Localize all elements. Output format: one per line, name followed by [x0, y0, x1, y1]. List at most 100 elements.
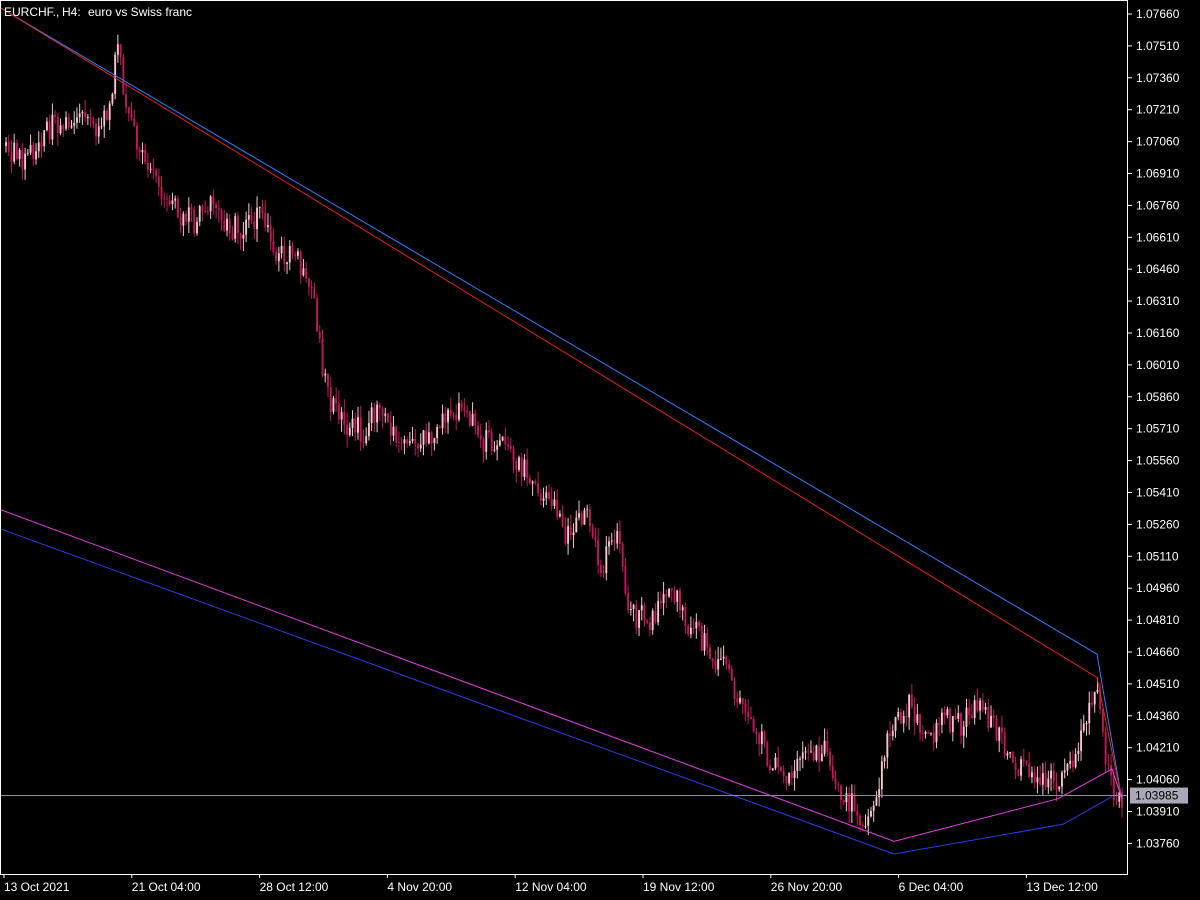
- candle-body: [65, 117, 67, 129]
- candle-body: [886, 733, 889, 758]
- candle-body: [234, 216, 237, 239]
- candle-body: [834, 778, 837, 785]
- y-tick-label: 1.04510: [1136, 677, 1180, 691]
- y-tick-label: 1.04810: [1136, 613, 1180, 627]
- candle-body: [212, 196, 215, 205]
- candle-body: [367, 423, 370, 437]
- candle-body: [790, 772, 793, 778]
- price-chart[interactable]: 1.07660 1.07510 1.07360 1.07210 1.07060 1.069…: [0, 0, 1200, 900]
- y-tick-label: 1.06760: [1136, 198, 1180, 212]
- candle-body: [245, 219, 248, 235]
- candle-body: [588, 509, 591, 527]
- candle-body: [689, 627, 692, 635]
- candle-body: [226, 218, 228, 231]
- candle-body: [32, 144, 35, 160]
- candle-body: [269, 225, 272, 242]
- y-tick-label: 1.07360: [1136, 71, 1180, 85]
- candle-body: [987, 707, 990, 728]
- candle-body: [692, 627, 695, 629]
- y-tick-label: 1.05410: [1136, 486, 1180, 500]
- candle-body: [932, 732, 935, 743]
- candle-body: [840, 785, 842, 800]
- candle-body: [709, 647, 711, 659]
- candle-body: [938, 722, 941, 725]
- y-tick-label: 1.04360: [1136, 709, 1180, 723]
- candle-body: [103, 110, 106, 127]
- candle-body: [397, 442, 400, 444]
- candle-body: [654, 610, 657, 623]
- candle-body: [389, 422, 392, 436]
- y-tick-label: 1.06610: [1136, 230, 1180, 244]
- candle-body: [329, 386, 332, 412]
- candle-body: [288, 246, 291, 263]
- candle-body: [266, 225, 269, 228]
- candle-body: [182, 213, 185, 226]
- candle-body: [166, 198, 168, 200]
- candle-body: [651, 610, 654, 631]
- candle-body: [739, 698, 741, 703]
- candle-body: [447, 409, 449, 423]
- candle-body: [144, 150, 147, 163]
- candle-body: [378, 404, 381, 409]
- candle-body: [676, 590, 679, 602]
- candle-body: [187, 207, 190, 222]
- candle-body: [185, 213, 188, 222]
- candle-body: [638, 610, 640, 628]
- candle-body: [681, 607, 684, 611]
- candle-body: [62, 125, 65, 129]
- candle-body: [815, 745, 818, 761]
- candle-body: [949, 709, 952, 732]
- candle-body: [45, 121, 48, 131]
- candle-body: [608, 541, 610, 547]
- candle-body: [995, 718, 998, 741]
- candle-body: [239, 233, 242, 239]
- candle-body: [779, 766, 782, 771]
- title-symbol: EURCHF.,: [4, 5, 59, 19]
- candle-body: [602, 573, 605, 575]
- candle-body: [78, 113, 81, 118]
- candle-body: [417, 443, 419, 449]
- candle-body: [357, 417, 359, 433]
- candle-body: [760, 731, 763, 745]
- candle-body: [127, 107, 130, 114]
- candle-body: [539, 493, 542, 501]
- candle-body: [125, 94, 128, 108]
- candle-body: [354, 418, 357, 433]
- candle-body: [1033, 772, 1036, 783]
- candle-body: [725, 656, 728, 665]
- y-tick-label: 1.03760: [1136, 836, 1180, 850]
- candle-body: [875, 797, 878, 806]
- candle-body: [305, 268, 308, 279]
- candle-body: [24, 153, 27, 170]
- candle-body: [171, 200, 174, 205]
- candle-body: [695, 622, 698, 629]
- candle-body: [981, 700, 984, 710]
- candle-body: [479, 435, 482, 440]
- candle-body: [283, 245, 286, 264]
- candle-body: [1052, 770, 1055, 783]
- candle-body: [629, 608, 632, 611]
- x-tick-label: 6 Dec 04:00: [899, 880, 964, 894]
- candle-body: [474, 413, 477, 426]
- candle-body: [436, 427, 439, 439]
- candle-body: [921, 733, 924, 735]
- candle-body: [54, 114, 57, 117]
- candle-body: [1115, 800, 1118, 802]
- candle-body: [894, 717, 897, 731]
- candle-body: [215, 204, 218, 209]
- candle-body: [321, 338, 324, 376]
- candle-body: [960, 713, 962, 736]
- candle-body: [310, 287, 313, 289]
- candle-body: [1061, 772, 1063, 787]
- candle-body: [89, 116, 92, 121]
- candle-body: [441, 413, 444, 429]
- candle-body: [168, 199, 171, 205]
- y-tick-label: 1.06460: [1136, 262, 1180, 276]
- candle-body: [247, 215, 250, 220]
- candle-body: [318, 331, 321, 339]
- candle-body: [643, 605, 646, 621]
- candle-body: [381, 408, 384, 416]
- candle-body: [916, 714, 919, 723]
- candle-body: [853, 793, 856, 812]
- candle-body: [21, 149, 24, 170]
